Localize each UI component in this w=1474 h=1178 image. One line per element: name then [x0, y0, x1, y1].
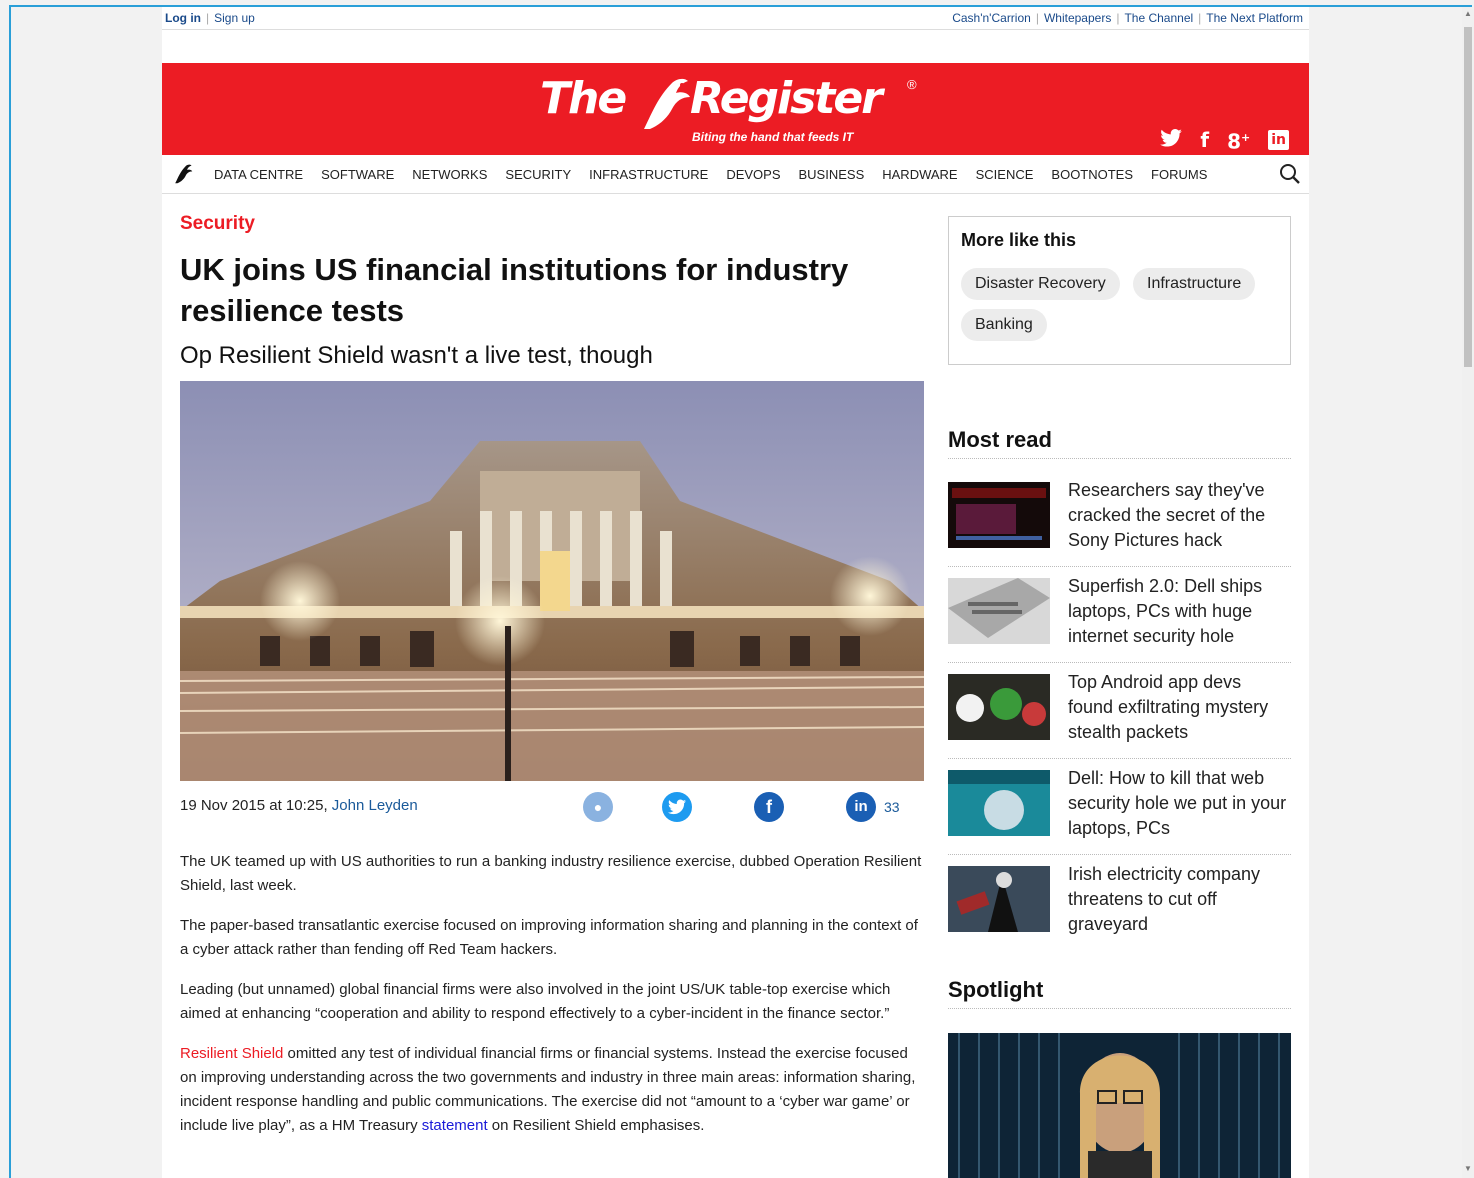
tag-disaster-recovery[interactable]: Disaster Recovery — [961, 268, 1120, 300]
nav-item-bootnotes[interactable]: BOOTNOTES — [1051, 167, 1133, 182]
facebook-share-icon[interactable]: f — [754, 792, 784, 822]
whitepapers-link[interactable]: Whitepapers — [1044, 11, 1111, 25]
nav-item-networks[interactable]: NETWORKS — [412, 167, 487, 182]
nav-item-data-centre[interactable]: DATA CENTRE — [214, 167, 303, 182]
home-vulture-icon[interactable] — [172, 164, 194, 184]
nav-item-security[interactable]: SECURITY — [505, 167, 571, 182]
resilient-shield-link[interactable]: Resilient Shield — [180, 1045, 283, 1062]
search-icon[interactable] — [1279, 163, 1301, 185]
twitter-icon[interactable] — [1160, 128, 1183, 151]
next-platform-link[interactable]: The Next Platform — [1206, 11, 1303, 25]
author-link[interactable]: John Leyden — [332, 797, 418, 814]
page: Log in | Sign up Cash'n'Carrion | Whitepaper… — [162, 7, 1309, 1178]
most-read-item[interactable]: Superfish 2.0: Dell ships laptops, PCs w… — [948, 566, 1291, 663]
article-thumbnail[interactable] — [948, 674, 1050, 740]
nav-item-business[interactable]: BUSINESS — [799, 167, 865, 182]
most-read-title-link[interactable]: Irish electricity company threatens to c… — [1068, 862, 1290, 937]
nav-item-hardware[interactable]: HARDWARE — [882, 167, 957, 182]
most-read-item[interactable]: Irish electricity company threatens to c… — [948, 854, 1291, 950]
paragraph: Leading (but unnamed) global financial f… — [180, 981, 891, 1022]
more-like-this-box: More like this Disaster Recovery Infrast… — [948, 216, 1291, 365]
nav-item-infrastructure[interactable]: INFRASTRUCTURE — [589, 167, 708, 182]
article-hero-image — [180, 381, 924, 781]
google-plus-icon[interactable]: 8+ — [1227, 127, 1250, 153]
spotlight-image[interactable] — [948, 1033, 1291, 1178]
article-thumbnail[interactable] — [948, 482, 1050, 548]
facebook-icon[interactable]: f — [1200, 129, 1209, 151]
most-read-item[interactable]: Researchers say they've cracked the secr… — [948, 470, 1291, 567]
most-read-title-link[interactable]: Superfish 2.0: Dell ships laptops, PCs w… — [1068, 574, 1290, 649]
more-like-this-title: More like this — [961, 230, 1077, 250]
most-read-title: Most read — [948, 427, 1052, 452]
the-channel-link[interactable]: The Channel — [1124, 11, 1193, 25]
most-read-item[interactable]: Top Android app devs found exfiltrating … — [948, 662, 1291, 759]
nav-item-science[interactable]: SCIENCE — [976, 167, 1034, 182]
paragraph: The UK teamed up with US authorities to … — [180, 853, 922, 894]
share-count: 33 — [884, 799, 900, 815]
logo-word-register: Register — [690, 73, 883, 124]
signup-link[interactable]: Sign up — [214, 11, 255, 25]
nav-item-software[interactable]: SOFTWARE — [321, 167, 394, 182]
byline: 19 Nov 2015 at 10:25, John Leyden — [180, 797, 418, 814]
linkedin-share-icon[interactable]: in — [846, 792, 876, 822]
article-body: The UK teamed up with US authorities to … — [180, 850, 928, 1154]
article-headline: UK joins US financial institutions for i… — [180, 252, 849, 328]
social-links: f 8+ in — [1160, 127, 1289, 153]
section-nav: DATA CENTRE SOFTWARE NETWORKS SECURITY I… — [162, 155, 1309, 194]
tagline: Biting the hand that feeds IT — [692, 130, 854, 144]
paragraph: The paper-based transatlantic exercise f… — [180, 917, 918, 958]
tag-banking[interactable]: Banking — [961, 309, 1047, 341]
article-thumbnail[interactable] — [948, 770, 1050, 836]
article-thumbnail[interactable] — [948, 866, 1050, 932]
tag-infrastructure[interactable]: Infrastructure — [1133, 268, 1256, 300]
logo-word-the: The — [540, 73, 627, 124]
utility-bar: Log in | Sign up Cash'n'Carrion | Whitepaper… — [162, 7, 1309, 30]
scrollbar-thumb[interactable] — [1464, 27, 1472, 367]
nav-item-forums[interactable]: FORUMS — [1151, 167, 1207, 182]
publish-date: 19 Nov 2015 at 10:25, — [180, 797, 328, 814]
nav-item-devops[interactable]: DEVOPS — [726, 167, 780, 182]
most-read-title-link[interactable]: Top Android app devs found exfiltrating … — [1068, 670, 1290, 745]
registered-mark: ® — [907, 77, 917, 92]
linkedin-icon[interactable]: in — [1268, 129, 1289, 150]
vertical-scrollbar[interactable]: ▲ ▼ — [1462, 7, 1474, 1178]
divider — [948, 458, 1291, 459]
most-read-title-link[interactable]: Dell: How to kill that web security hole… — [1068, 766, 1290, 841]
cashncarrion-link[interactable]: Cash'n'Carrion — [952, 11, 1031, 25]
most-read-title-link[interactable]: Researchers say they've cracked the secr… — [1068, 478, 1290, 553]
section-label[interactable]: Security — [180, 213, 255, 235]
scroll-down-arrow-icon[interactable]: ▼ — [1462, 1164, 1474, 1176]
spotlight-title: Spotlight — [948, 977, 1044, 1002]
most-read-item[interactable]: Dell: How to kill that web security hole… — [948, 758, 1291, 855]
statement-link[interactable]: statement — [422, 1117, 488, 1134]
divider — [948, 1008, 1291, 1009]
twitter-share-icon[interactable] — [662, 792, 692, 822]
scroll-up-arrow-icon[interactable]: ▲ — [1462, 9, 1474, 21]
paragraph: Resilient Shield omitted any test of ind… — [180, 1042, 928, 1138]
login-link[interactable]: Log in — [165, 11, 201, 25]
vulture-icon — [644, 78, 690, 129]
register-logo[interactable]: The Register ® Biting the hand that feed… — [540, 73, 920, 145]
masthead: The Register ® Biting the hand that feed… — [162, 63, 1309, 155]
paragraph-text: on Resilient Shield emphasises. — [487, 1117, 705, 1134]
reddit-share-icon[interactable]: ● — [583, 792, 613, 822]
article-standfirst: Op Resilient Shield wasn't a live test, … — [180, 342, 653, 369]
article-thumbnail[interactable] — [948, 578, 1050, 644]
